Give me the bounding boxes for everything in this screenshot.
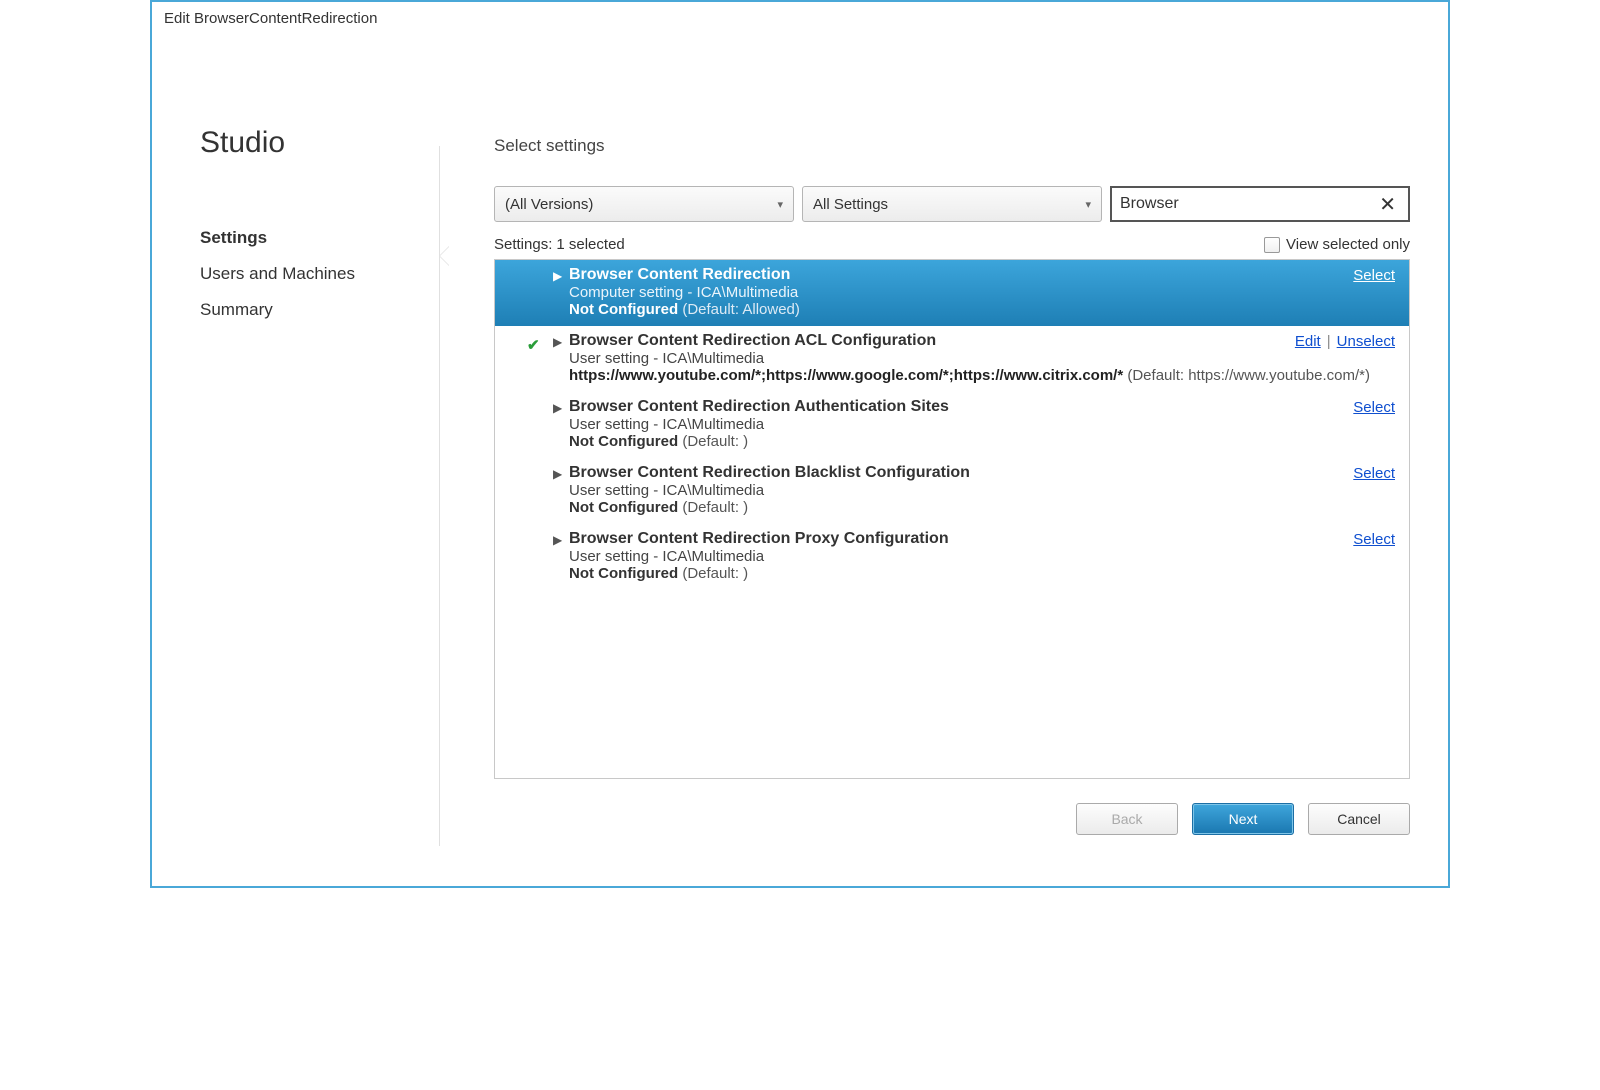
setting-category: Computer setting - ICA\Multimedia xyxy=(569,284,1395,301)
settings-summary-count: 1 selected xyxy=(556,236,624,253)
nav-list: SettingsUsers and MachinesSummary xyxy=(200,220,440,328)
setting-title: Browser Content Redirection Blacklist Co… xyxy=(569,464,1395,482)
select-link[interactable]: Select xyxy=(1353,399,1395,416)
select-link[interactable]: Select xyxy=(1353,465,1395,482)
back-button[interactable]: Back xyxy=(1076,803,1178,835)
action-separator: | xyxy=(1327,333,1331,350)
setting-title: Browser Content Redirection Authenticati… xyxy=(569,398,1395,416)
cancel-button[interactable]: Cancel xyxy=(1308,803,1410,835)
setting-content: Browser Content Redirection Authenticati… xyxy=(533,398,1395,450)
content-area: Studio SettingsUsers and MachinesSummary… xyxy=(152,36,1448,886)
setting-row[interactable]: ▶ Browser Content Redirection Proxy Confi… xyxy=(495,524,1409,590)
setting-category: User setting - ICA\Multimedia xyxy=(569,548,1395,565)
settings-list: ▶Browser Content RedirectionComputer set… xyxy=(494,259,1410,779)
setting-row[interactable]: ▶ Browser Content Redirection Authenticat… xyxy=(495,392,1409,458)
window-title: Edit BrowserContentRedirection xyxy=(152,2,1448,36)
footer-buttons: Back Next Cancel xyxy=(1076,779,1410,841)
setting-title: Browser Content Redirection xyxy=(569,266,1395,284)
sidebar-pointer-icon xyxy=(440,246,450,266)
setting-row[interactable]: ▶Browser Content RedirectionComputer set… xyxy=(495,260,1409,326)
setting-category: User setting - ICA\Multimedia xyxy=(569,350,1395,367)
setting-actions: Edit | Unselect xyxy=(1295,333,1395,350)
setting-actions: Select xyxy=(1353,531,1395,548)
dialog-window: Edit BrowserContentRedirection Studio Se… xyxy=(150,0,1450,888)
expand-arrow-icon[interactable]: ▶ xyxy=(553,269,562,283)
view-selected-only-label: View selected only xyxy=(1286,236,1410,253)
next-button[interactable]: Next xyxy=(1192,803,1294,835)
setting-state: Not Configured (Default: ) xyxy=(569,433,1395,450)
setting-actions: Select xyxy=(1353,399,1395,416)
main-panel: Select settings (All Versions) ▾ All Set… xyxy=(440,36,1448,886)
versions-dropdown[interactable]: (All Versions) ▾ xyxy=(494,186,794,222)
scope-dropdown-label: All Settings xyxy=(813,196,888,213)
section-heading: Select settings xyxy=(494,136,1410,156)
setting-row[interactable]: ▶ Browser Content Redirection Blacklist C… xyxy=(495,458,1409,524)
setting-content: Browser Content Redirection Blacklist Co… xyxy=(533,464,1395,516)
search-box[interactable]: ✕ xyxy=(1110,186,1410,222)
select-link[interactable]: Select xyxy=(1353,531,1395,548)
setting-state: Not Configured (Default: Allowed) xyxy=(569,301,1395,318)
edit-link[interactable]: Edit xyxy=(1295,333,1321,350)
sidebar-item-settings[interactable]: Settings xyxy=(200,220,440,256)
setting-title: Browser Content Redirection ACL Configur… xyxy=(569,332,1395,350)
setting-actions: Select xyxy=(1353,465,1395,482)
expand-arrow-icon[interactable]: ▶ xyxy=(553,467,562,481)
expand-arrow-icon[interactable]: ▶ xyxy=(553,401,562,415)
setting-category: User setting - ICA\Multimedia xyxy=(569,416,1395,433)
sidebar-item-users-and-machines[interactable]: Users and Machines xyxy=(200,256,440,292)
unselect-link[interactable]: Unselect xyxy=(1337,333,1395,350)
expand-arrow-icon[interactable]: ▶ xyxy=(553,533,562,547)
setting-title: Browser Content Redirection Proxy Config… xyxy=(569,530,1395,548)
chevron-down-icon: ▾ xyxy=(1085,198,1091,211)
sidebar: Studio SettingsUsers and MachinesSummary xyxy=(152,36,440,886)
app-title: Studio xyxy=(200,126,440,160)
setting-state: Not Configured (Default: ) xyxy=(569,565,1395,582)
versions-dropdown-label: (All Versions) xyxy=(505,196,593,213)
setting-actions: Select xyxy=(1353,267,1395,284)
checkbox-icon xyxy=(1264,237,1280,253)
select-link[interactable]: Select xyxy=(1353,267,1395,284)
check-icon: ✔ xyxy=(527,336,540,354)
chevron-down-icon: ▾ xyxy=(777,198,783,211)
setting-state: Not Configured (Default: ) xyxy=(569,499,1395,516)
sidebar-item-summary[interactable]: Summary xyxy=(200,292,440,328)
setting-content: Browser Content RedirectionComputer sett… xyxy=(533,266,1395,318)
setting-row[interactable]: ✔ ▶ Browser Content Redirection ACL Config… xyxy=(495,326,1409,392)
expand-arrow-icon[interactable]: ▶ xyxy=(553,335,562,349)
filter-row: (All Versions) ▾ All Settings ▾ ✕ xyxy=(494,186,1410,222)
view-selected-only-toggle[interactable]: View selected only xyxy=(1264,236,1410,253)
setting-content: Browser Content Redirection ACL Configur… xyxy=(533,332,1395,384)
search-input[interactable] xyxy=(1120,195,1375,213)
settings-summary-label: Settings: xyxy=(494,236,552,253)
setting-content: Browser Content Redirection Proxy Config… xyxy=(533,530,1395,582)
setting-category: User setting - ICA\Multimedia xyxy=(569,482,1395,499)
clear-search-icon[interactable]: ✕ xyxy=(1375,192,1400,217)
setting-value: https://www.youtube.com/*;https://www.go… xyxy=(569,367,1395,384)
scope-dropdown[interactable]: All Settings ▾ xyxy=(802,186,1102,222)
settings-summary: Settings: 1 selected View selected only xyxy=(494,236,1410,253)
